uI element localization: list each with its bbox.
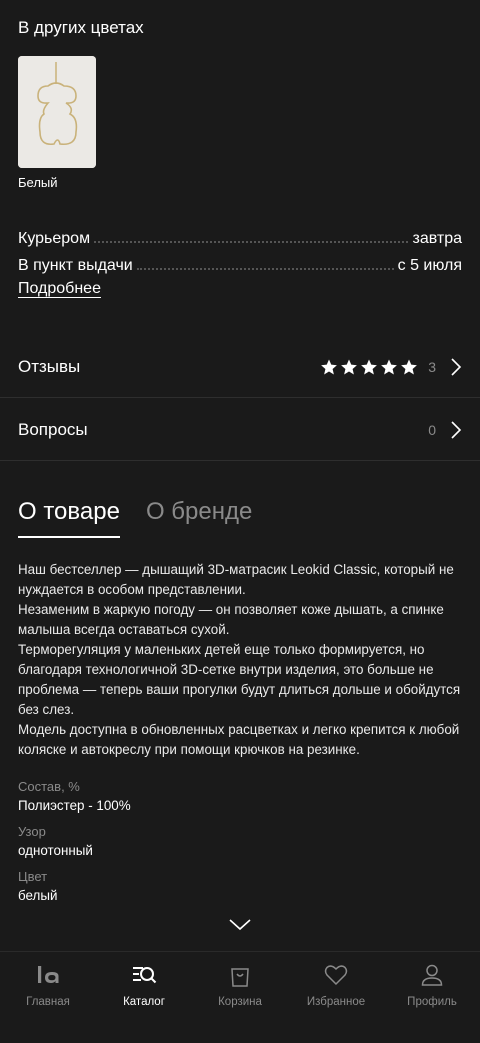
rating-stars — [320, 358, 418, 376]
questions-label: Вопросы — [18, 420, 88, 439]
tab-label: Избранное — [306, 996, 366, 1008]
delivery-method: Курьером — [18, 230, 91, 247]
chevron-right-icon — [451, 421, 462, 439]
questions-count: 0 — [428, 422, 436, 438]
star-icon — [401, 359, 418, 375]
info-tabs: О товаре О бренде — [18, 498, 252, 538]
attribute-value: белый — [18, 888, 58, 903]
tab-home[interactable]: Главная — [0, 952, 96, 1043]
chevron-right-icon — [451, 358, 462, 376]
delivery-pickup-row: В пункт выдачи с 5 июля — [18, 253, 462, 275]
delivery-time: с 5 июля — [397, 257, 462, 274]
description-paragraph: Модель доступна в обновленных расцветках… — [18, 722, 460, 757]
tab-about-product[interactable]: О товаре — [18, 498, 120, 538]
attribute-color: Цвет белый — [18, 869, 57, 903]
divider — [0, 460, 480, 461]
delivery-courier-row: Курьером завтра — [18, 226, 462, 248]
bottom-tab-bar: Главная Каталог Корзина Избранное Профил… — [0, 951, 480, 1043]
description-paragraph: Наш бестселлер — дышащий 3D-матрасик Leo… — [18, 562, 454, 597]
attribute-value: Полиэстер - 100% — [18, 798, 131, 813]
divider — [0, 397, 480, 398]
attribute-key: Цвет — [18, 869, 48, 884]
description-paragraph: Терморегуляция у маленьких детей еще тол… — [18, 642, 461, 717]
color-option-white[interactable] — [18, 56, 96, 168]
product-thumbnail-image — [18, 56, 96, 168]
delivery-time: завтра — [412, 230, 462, 247]
star-icon — [361, 359, 378, 375]
other-colors-title: В других цветах — [18, 18, 144, 37]
tab-label: Главная — [26, 996, 70, 1008]
reviews-label: Отзывы — [18, 357, 81, 376]
attribute-composition: Состав, % Полиэстер - 100% — [18, 779, 131, 813]
catalog-search-icon — [133, 967, 157, 984]
tab-cart[interactable]: Корзина — [192, 952, 288, 1043]
delivery-method: В пункт выдачи — [18, 257, 133, 274]
star-icon — [341, 359, 358, 375]
expand-chevron-down-icon[interactable] — [228, 918, 252, 932]
attribute-pattern: Узор однотонный — [18, 824, 93, 858]
delivery-more-link[interactable]: Подробнее — [18, 280, 101, 298]
questions-row[interactable]: Вопросы 0 — [0, 399, 480, 461]
tab-favorites[interactable]: Избранное — [288, 952, 384, 1043]
tab-label: Профиль — [407, 996, 457, 1008]
attribute-value: однотонный — [18, 843, 93, 858]
tab-catalog[interactable]: Каталог — [96, 952, 192, 1043]
dotted-leader — [94, 241, 409, 243]
attribute-key: Состав, % — [18, 779, 80, 794]
reviews-count: 3 — [428, 359, 436, 375]
bag-icon — [231, 968, 249, 987]
home-logo-icon — [38, 966, 59, 983]
tab-label: Корзина — [218, 996, 262, 1008]
tab-label: Каталог — [123, 996, 165, 1008]
description-paragraph: Незаменим в жаркую погоду — он позволяет… — [18, 602, 444, 637]
star-icon — [381, 359, 398, 375]
product-description: Наш бестселлер — дышащий 3D-матрасик Leo… — [18, 560, 462, 760]
color-option-label: Белый — [18, 175, 58, 190]
attribute-key: Узор — [18, 824, 46, 839]
star-icon — [321, 359, 338, 375]
tab-profile[interactable]: Профиль — [384, 952, 480, 1043]
reviews-row[interactable]: Отзывы 3 — [0, 336, 480, 398]
dotted-leader — [136, 268, 394, 270]
heart-icon — [324, 965, 348, 986]
tab-about-brand[interactable]: О бренде — [146, 498, 252, 538]
profile-icon — [421, 964, 443, 986]
